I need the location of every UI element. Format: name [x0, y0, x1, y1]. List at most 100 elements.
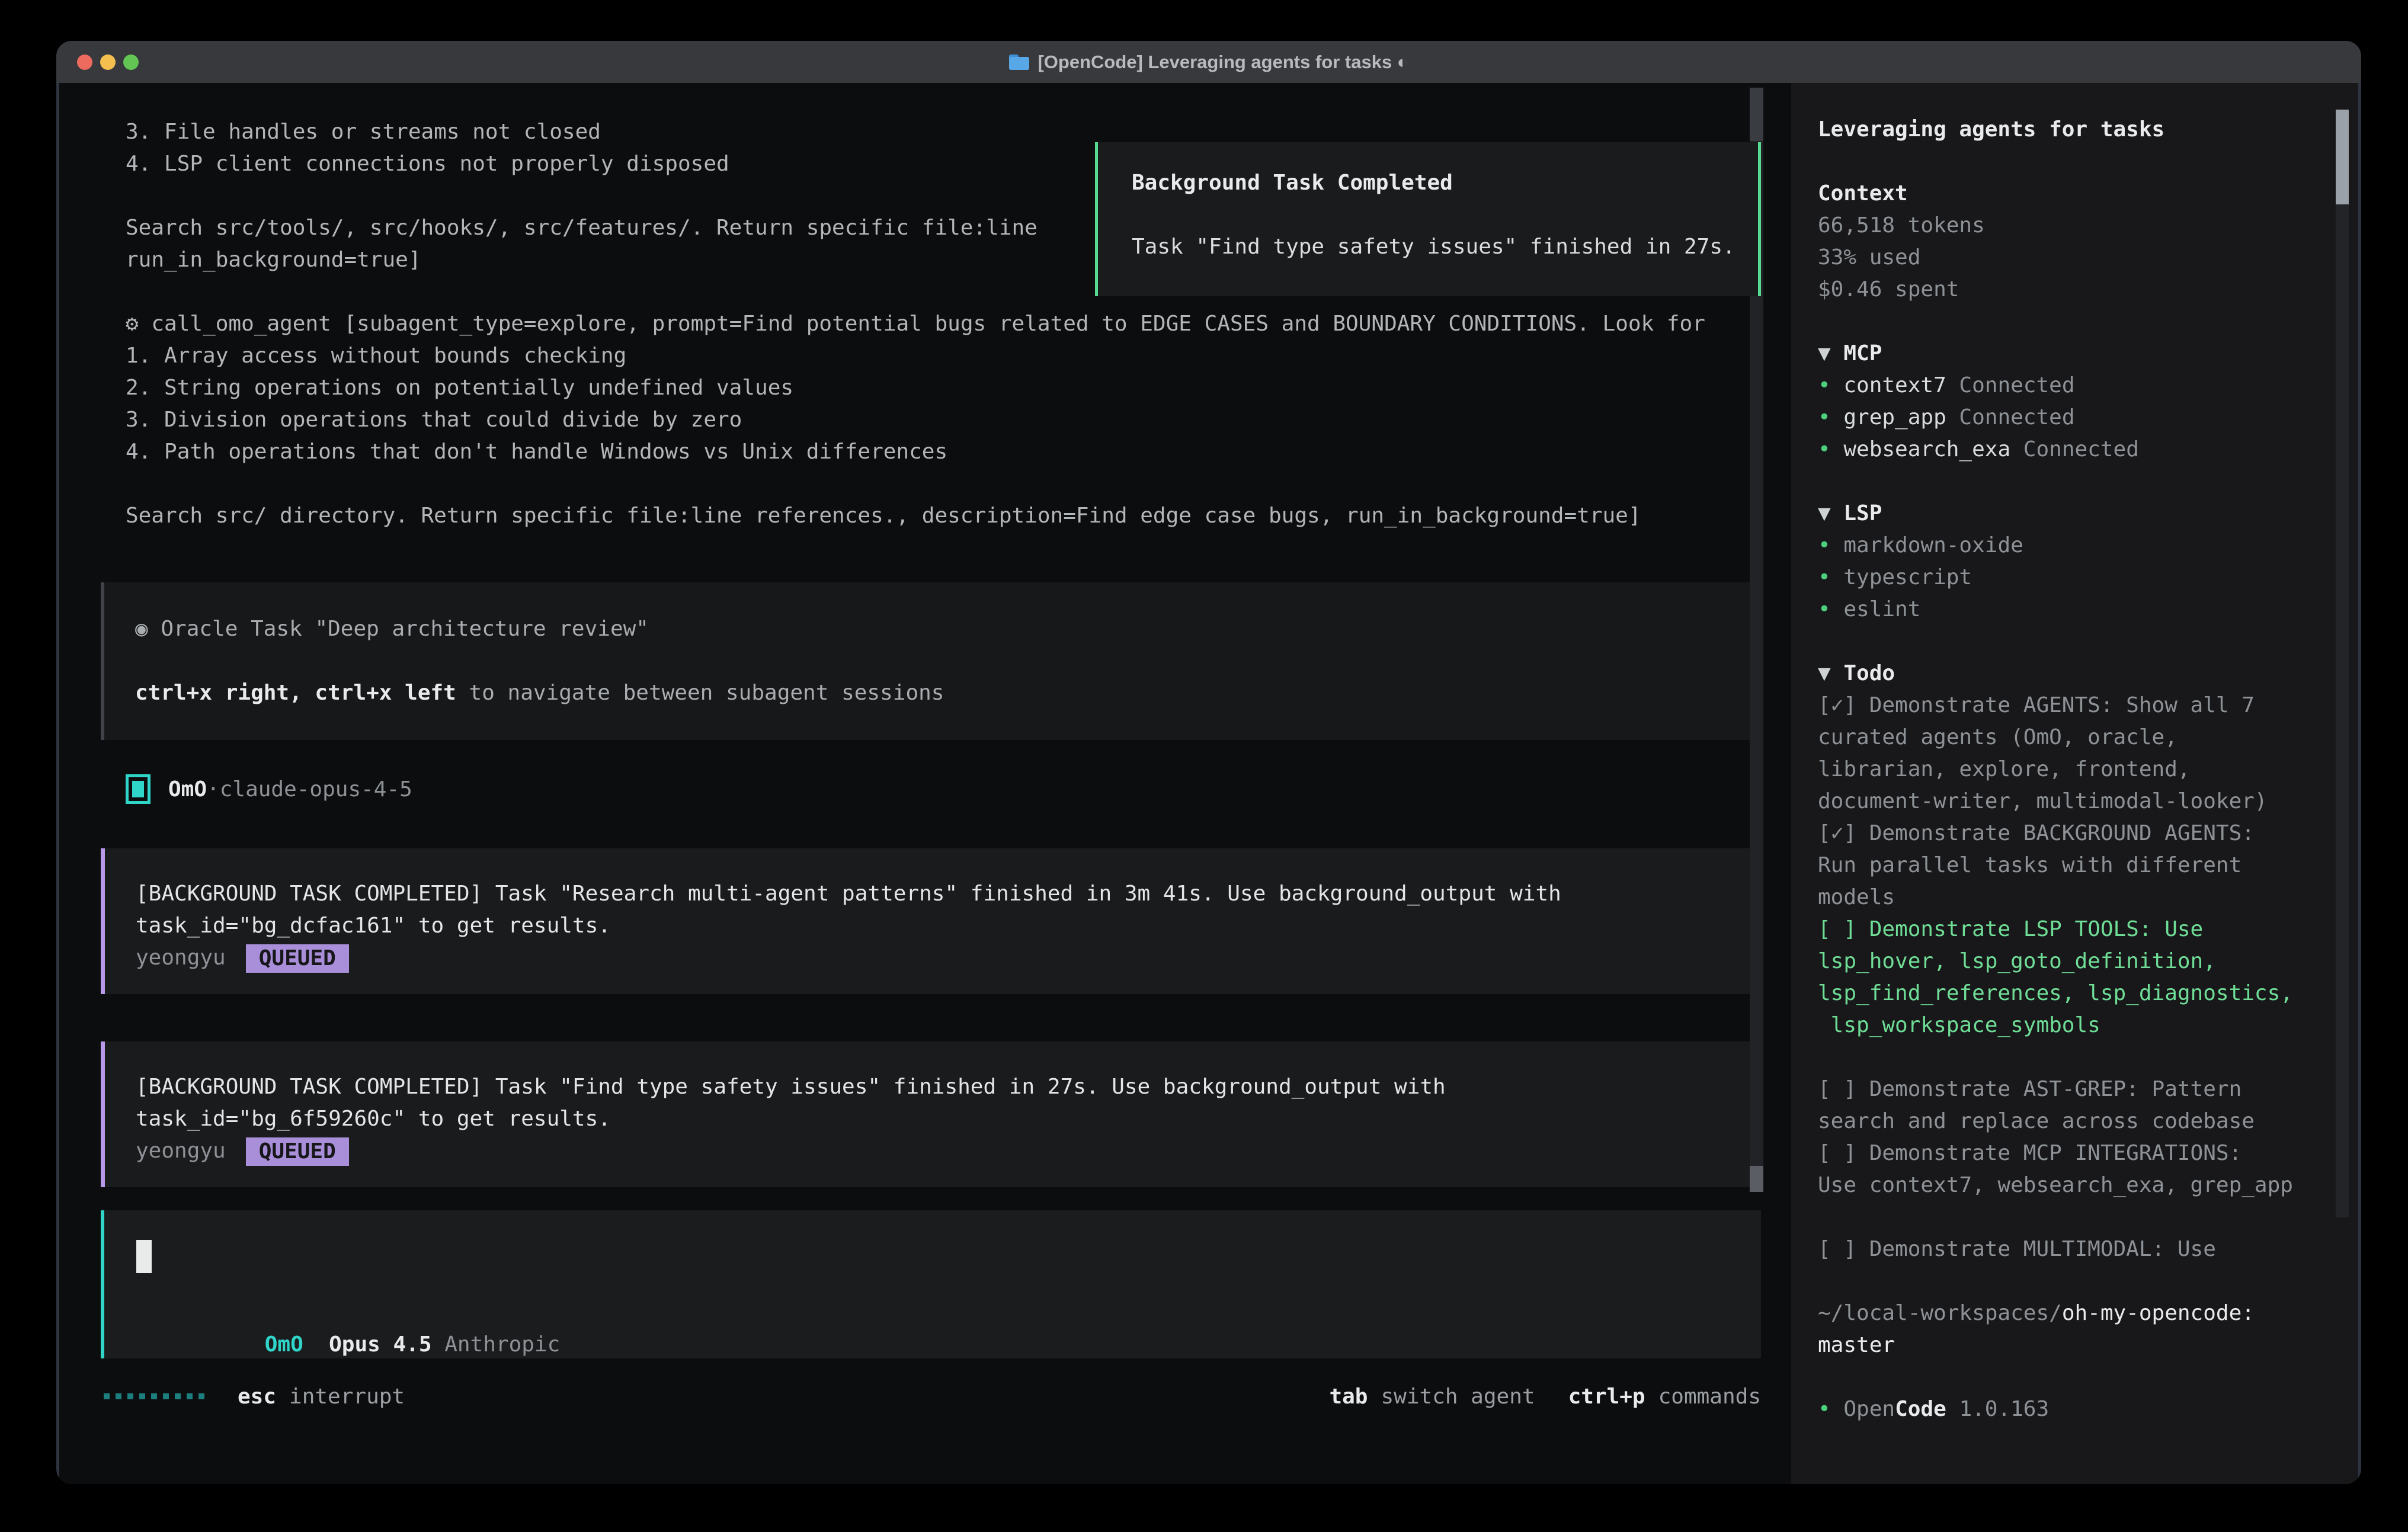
spacer — [1818, 466, 2358, 498]
main-scrollbar-thumb[interactable] — [1750, 1166, 1763, 1192]
todo-item-line: models — [1818, 882, 2358, 914]
context-tokens: 66,518 tokens — [1818, 210, 2358, 242]
tool-call-line: 4. Path operations that don't handle Win… — [101, 436, 1761, 468]
bullet-icon: • — [1818, 533, 1843, 557]
input-model-row: OmO Opus 4.5 Anthropic — [136, 1297, 1761, 1329]
sidebar-scrollbar-thumb[interactable] — [2336, 110, 2349, 204]
key-combo: ctrl+x right, ctrl+x left — [135, 681, 456, 705]
message-text: task_id="bg_dcfac161" to get results. — [136, 910, 1761, 942]
version-brand-a: Open — [1843, 1397, 1895, 1421]
todo-item-line: [ ] Demonstrate MCP INTEGRATIONS: — [1818, 1137, 2358, 1169]
bullet-icon: • — [1818, 437, 1843, 461]
message-meta: yeongyu QUEUED — [136, 1135, 1761, 1167]
spacer — [1818, 1265, 2358, 1297]
mcp-section-header[interactable]: ▼ MCP — [1818, 338, 2358, 370]
lsp-section-header[interactable]: ▼ LSP — [1818, 498, 2358, 530]
todo-item-line-active: lsp_find_references, lsp_diagnostics, — [1818, 977, 2358, 1009]
app-window: 3. File handles or streams not closed 4.… — [56, 41, 2361, 1484]
oracle-task-hint: ctrl+x right, ctrl+x left to navigate be… — [135, 677, 1761, 709]
message-text: [BACKGROUND TASK COMPLETED] Task "Resear… — [136, 878, 1761, 910]
lsp-name: eslint — [1843, 597, 1920, 621]
spacer — [1132, 199, 1758, 231]
oracle-task-title: ◉ Oracle Task "Deep architecture review" — [135, 613, 1761, 645]
input-agent-name: OmO — [265, 1332, 303, 1357]
message-meta: yeongyu QUEUED — [136, 942, 1761, 974]
ctrlp-key-label: commands — [1658, 1384, 1761, 1409]
toast-body: Task "Find type safety issues" finished … — [1132, 231, 1758, 263]
lsp-item: • typescript — [1818, 562, 2358, 594]
lsp-item: • markdown-oxide — [1818, 530, 2358, 562]
tool-call-line: 2. String operations on potentially unde… — [101, 372, 1761, 404]
spacer — [101, 468, 1761, 500]
spacer — [1818, 1201, 2358, 1233]
status-badge: QUEUED — [246, 1137, 349, 1166]
main-scrollbar-thumb-top[interactable] — [1750, 88, 1763, 141]
todo-item-line: [✓] Demonstrate AGENTS: Show all 7 — [1818, 690, 2358, 722]
input-provider: Anthropic — [444, 1332, 560, 1357]
message-text: [BACKGROUND TASK COMPLETED] Task "Find t… — [136, 1071, 1761, 1103]
zoom-button[interactable] — [123, 55, 139, 70]
text-cursor — [136, 1240, 152, 1273]
context-used: 33% used — [1818, 242, 2358, 274]
gear-icon: ⚙ — [126, 312, 139, 336]
sidebar-scrollbar-track[interactable] — [2336, 110, 2349, 1217]
hint-text: to navigate between subagent sessions — [456, 681, 944, 705]
prompt-input[interactable]: OmO Opus 4.5 Anthropic — [101, 1210, 1761, 1358]
todo-item-line-active: [ ] Demonstrate LSP TOOLS: Use — [1818, 914, 2358, 946]
sidebar-session-title: Leveraging agents for tasks — [1818, 114, 2358, 146]
status-badge: QUEUED — [246, 944, 349, 973]
workspace-repo: oh-my-opencode: — [2062, 1301, 2255, 1325]
version-number: 1.0.163 — [1946, 1397, 2049, 1421]
username: yeongyu — [136, 1139, 226, 1163]
todo-item-line: [ ] Demonstrate AST-GREP: Pattern — [1818, 1073, 2358, 1105]
tool-call-line: 1. Array access without bounds checking — [101, 340, 1761, 372]
mcp-name: context7 — [1843, 373, 1946, 398]
tool-call-line: Search src/ directory. Return specific f… — [101, 500, 1761, 532]
agent-name: OmO — [168, 777, 207, 802]
minimize-button[interactable] — [100, 55, 116, 70]
status-bar: esc interrupt tab switch agent ctrl+p co… — [101, 1380, 1761, 1412]
session-sidebar: Leveraging agents for tasks Context 66,5… — [1791, 83, 2358, 1484]
username: yeongyu — [136, 946, 226, 970]
lsp-name: typescript — [1843, 565, 1972, 589]
chevron-down-icon: ▼ — [1818, 501, 1831, 525]
agent-header: OmO · claude-opus-4-5 — [101, 773, 1761, 805]
tab-key-hint: tab — [1329, 1384, 1368, 1409]
mcp-item: • grep_app Connected — [1818, 402, 2358, 434]
mcp-name: grep_app — [1843, 405, 1946, 430]
background-task-message: [BACKGROUND TASK COMPLETED] Task "Resear… — [101, 848, 1761, 994]
folder-icon — [1009, 55, 1029, 70]
mcp-item: • context7 Connected — [1818, 370, 2358, 402]
todo-item-line: [✓] Demonstrate BACKGROUND AGENTS: — [1818, 818, 2358, 850]
toast-notification: Background Task Completed Task "Find typ… — [1095, 142, 1761, 296]
spacer — [1818, 306, 2358, 338]
tool-call-line: ⚙ call_omo_agent [subagent_type=explore,… — [101, 308, 1761, 340]
activity-dots-icon — [104, 1393, 204, 1399]
oracle-icon: ◉ — [135, 617, 148, 641]
chevron-down-icon: ▼ — [1818, 341, 1831, 366]
todo-item-line-active: lsp_hover, lsp_goto_definition, — [1818, 946, 2358, 977]
spacer — [1818, 626, 2358, 658]
context-spent: $0.46 spent — [1818, 274, 2358, 306]
esc-key-label: interrupt — [289, 1384, 405, 1409]
mcp-status: Connected — [1946, 373, 2075, 398]
tab-key-label: switch agent — [1381, 1384, 1535, 1409]
version-brand-b: Code — [1895, 1397, 1946, 1421]
todo-item-line: Use context7, websearch_exa, grep_app — [1818, 1169, 2358, 1201]
background-task-message: [BACKGROUND TASK COMPLETED] Task "Find t… — [101, 1041, 1761, 1187]
spacer — [1818, 1361, 2358, 1393]
todo-item-line: search and replace across codebase — [1818, 1105, 2358, 1137]
ctrlp-key-hint: ctrl+p — [1568, 1384, 1645, 1409]
close-button[interactable] — [77, 55, 92, 70]
mcp-name: websearch_exa — [1843, 437, 2010, 461]
window-title: [OpenCode] Leveraging agents for tasks ◐ — [1009, 52, 1408, 73]
todo-item-line: librarian, explore, frontend, — [1818, 754, 2358, 786]
todo-item-line: curated agents (OmO, oracle, — [1818, 722, 2358, 754]
version-line: • OpenCode 1.0.163 — [1818, 1393, 2358, 1425]
workspace-branch: master — [1818, 1329, 2358, 1361]
terminal-content: 3. File handles or streams not closed 4.… — [59, 83, 2358, 1484]
titlebar[interactable]: [OpenCode] Leveraging agents for tasks ◐ — [56, 41, 2361, 83]
todo-item-line-active: lsp_workspace_symbols — [1818, 1009, 2358, 1041]
agent-model: claude-opus-4-5 — [220, 777, 412, 802]
todo-section-header[interactable]: ▼ Todo — [1818, 658, 2358, 690]
